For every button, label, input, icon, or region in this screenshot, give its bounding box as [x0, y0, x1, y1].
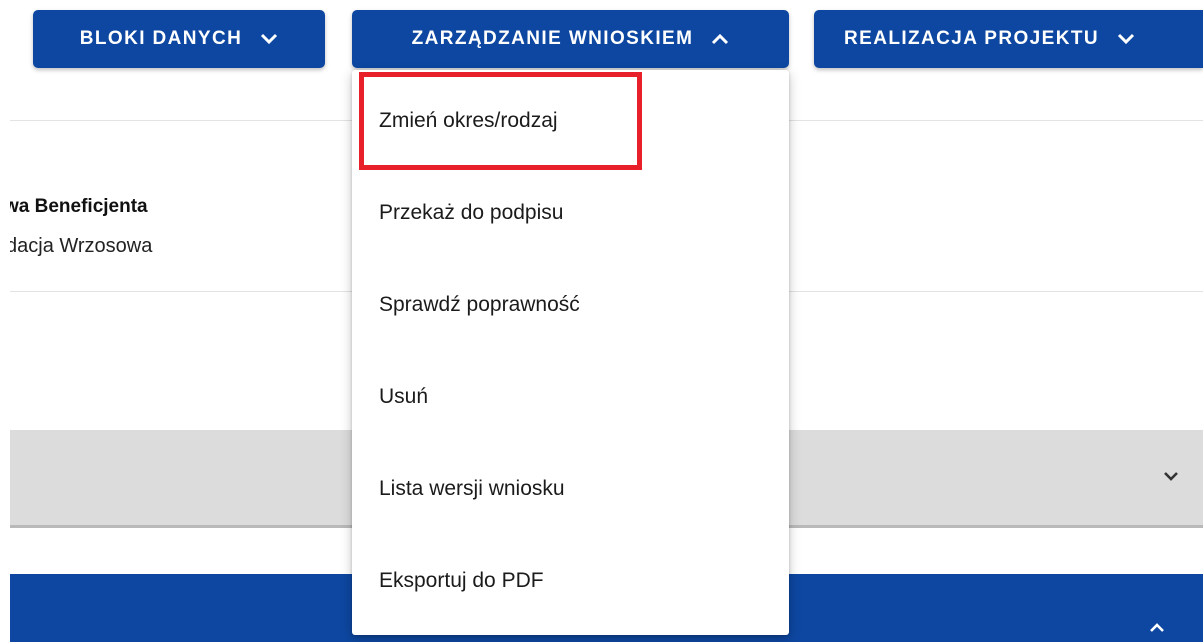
bloki-danych-label: BLOKI DANYCH	[79, 28, 243, 49]
field-label: wa Beneficjenta	[10, 196, 148, 217]
menu-item-lista-wersji-wniosku[interactable]: Lista wersji wniosku	[352, 444, 789, 534]
beneficiary-field: wa Beneficjenta dacja Wrzosowa	[10, 180, 350, 280]
menu-item-zmien-okres-rodzaj[interactable]: Zmień okres/rodzaj	[352, 76, 789, 166]
realizacja-projektu-button[interactable]: REALIZACJA PROJEKTU	[814, 10, 1203, 68]
zarzadzanie-wnioskiem-menu: Zmień okres/rodzaj Przekaż do podpisu Sp…	[352, 70, 789, 635]
chevron-down-icon[interactable]	[1163, 470, 1179, 482]
chevron-up-icon	[711, 33, 729, 45]
bloki-danych-button[interactable]: BLOKI DANYCH	[33, 10, 325, 68]
zarzadzanie-wnioskiem-label: ZARZĄDZANIE WNIOSKIEM	[411, 28, 694, 49]
realizacja-projektu-label: REALIZACJA PROJEKTU	[844, 28, 1099, 49]
chevron-down-icon	[260, 33, 278, 45]
menu-item-eksportuj-do-pdf[interactable]: Eksportuj do PDF	[352, 536, 789, 626]
menu-item-sprawdz-poprawnosc[interactable]: Sprawdź poprawność	[352, 260, 789, 350]
field-value: dacja Wrzosowa	[10, 235, 153, 257]
chevron-up-icon[interactable]	[1149, 620, 1165, 632]
zarzadzanie-wnioskiem-button[interactable]: ZARZĄDZANIE WNIOSKIEM	[352, 10, 789, 68]
chevron-down-icon	[1117, 33, 1135, 45]
menu-item-przekaz-do-podpisu[interactable]: Przekaż do podpisu	[352, 168, 789, 258]
menu-item-usun[interactable]: Usuń	[352, 352, 789, 442]
